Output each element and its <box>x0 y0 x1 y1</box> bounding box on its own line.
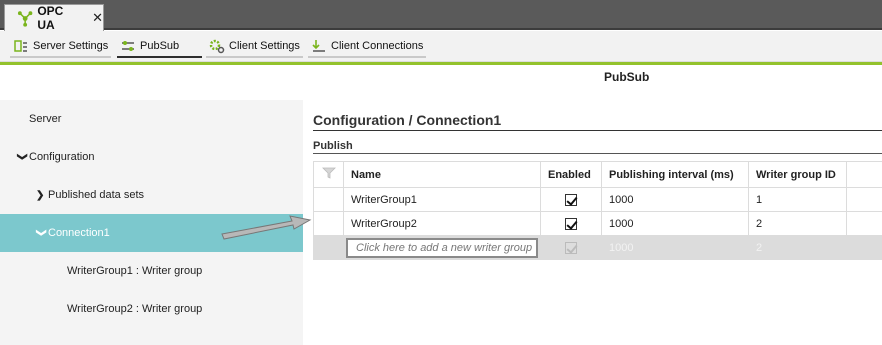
pointer-arrow-icon <box>221 215 312 240</box>
cell-interval[interactable]: 1000 <box>601 211 749 236</box>
server-settings-label: Server Settings <box>33 40 109 52</box>
sidebar-item-label: Configuration <box>29 151 95 163</box>
cell-enabled[interactable] <box>540 211 602 236</box>
writer-group-table: Name Enabled Publishing interval (ms) Wr… <box>313 161 882 260</box>
close-icon[interactable]: ✕ <box>92 10 103 26</box>
divider <box>313 130 882 131</box>
cell-interval[interactable]: 1000 <box>601 187 749 212</box>
chevron-right-icon[interactable]: ❯ <box>36 190 46 201</box>
add-writer-group-input[interactable]: Click here to add a new writer group <box>346 237 538 258</box>
sidebar-item-label: WriterGroup2 : Writer group <box>67 303 203 315</box>
client-settings-label: Client Settings <box>229 40 300 52</box>
sidebar-item-writergroup2[interactable]: WriterGroup2 : Writer group <box>0 290 303 328</box>
row-selector[interactable] <box>313 211 344 236</box>
sidebar-item-published-data-sets[interactable]: ❯ Published data sets <box>0 176 303 214</box>
cell-id[interactable]: 2 <box>748 211 847 236</box>
toolbar-accent-bar <box>0 62 882 65</box>
table-header-row: Name Enabled Publishing interval (ms) Wr… <box>313 161 882 188</box>
sidebar-item-label: Published data sets <box>48 189 145 201</box>
cell-name[interactable]: WriterGroup1 <box>343 187 541 212</box>
table-row[interactable]: WriterGroup1 1000 1 <box>313 187 882 212</box>
tab-strip: OPC UA ✕ <box>0 0 882 32</box>
pubsub-icon <box>122 41 134 51</box>
client-connections-button[interactable]: Client Connections <box>308 36 427 58</box>
filter-header[interactable] <box>313 161 344 188</box>
cell-enabled[interactable] <box>540 187 602 212</box>
sidebar-item-server[interactable]: Server <box>0 100 303 138</box>
chevron-down-icon[interactable]: ❯ <box>36 228 47 238</box>
filter-icon[interactable] <box>321 167 336 179</box>
new-row[interactable]: Click here to add a new writer group 100… <box>313 235 882 260</box>
server-settings-icon <box>14 40 27 52</box>
tab-opc-ua[interactable]: OPC UA ✕ <box>4 4 104 32</box>
cell-extra <box>846 235 882 260</box>
cell-extra <box>846 187 882 212</box>
server-settings-button[interactable]: Server Settings <box>10 36 112 58</box>
breadcrumb: Configuration / Connection1 <box>313 112 502 128</box>
enabled-checkbox[interactable] <box>565 193 577 206</box>
cell-name[interactable]: WriterGroup2 <box>343 211 541 236</box>
toolbar: Server Settings PubSub Client Settings C… <box>0 31 882 62</box>
row-selector <box>313 235 344 260</box>
sidebar-item-label: WriterGroup1 : Writer group <box>67 265 203 277</box>
column-header-enabled[interactable]: Enabled <box>540 161 602 188</box>
cell-name[interactable]: Click here to add a new writer group <box>343 235 541 260</box>
chevron-down-icon[interactable]: ❯ <box>17 152 28 162</box>
cell-extra <box>846 211 882 236</box>
tab-label: OPC UA <box>37 4 64 32</box>
cell-id[interactable]: 1 <box>748 187 847 212</box>
client-settings-button[interactable]: Client Settings <box>206 36 303 58</box>
sidebar-item-label: Connection1 <box>48 227 110 239</box>
table-row[interactable]: WriterGroup2 1000 2 <box>313 211 882 236</box>
column-header-writer-group-id[interactable]: Writer group ID <box>748 161 847 188</box>
client-connections-icon <box>312 40 325 52</box>
section-label-publish: Publish <box>313 140 353 152</box>
sidebar-item-configuration[interactable]: ❯ Configuration <box>0 138 303 176</box>
column-header-interval[interactable]: Publishing interval (ms) <box>601 161 749 188</box>
column-header-name[interactable]: Name <box>343 161 541 188</box>
divider <box>313 153 882 154</box>
pubsub-button[interactable]: PubSub <box>117 36 202 58</box>
cell-enabled <box>540 235 602 260</box>
enabled-checkbox[interactable] <box>565 217 577 230</box>
cell-id: 2 <box>748 235 847 260</box>
row-selector[interactable] <box>313 187 344 212</box>
enabled-checkbox <box>565 241 577 254</box>
column-header-extra <box>846 161 882 188</box>
sidebar-item-label: Server <box>29 113 62 125</box>
page-title: PubSub <box>604 70 650 84</box>
sidebar-item-writergroup1[interactable]: WriterGroup1 : Writer group <box>0 252 303 290</box>
network-nodes-icon <box>17 10 33 27</box>
cell-interval: 1000 <box>601 235 749 260</box>
pubsub-label: PubSub <box>140 40 180 52</box>
client-connections-label: Client Connections <box>331 40 424 52</box>
client-settings-icon <box>209 39 225 54</box>
